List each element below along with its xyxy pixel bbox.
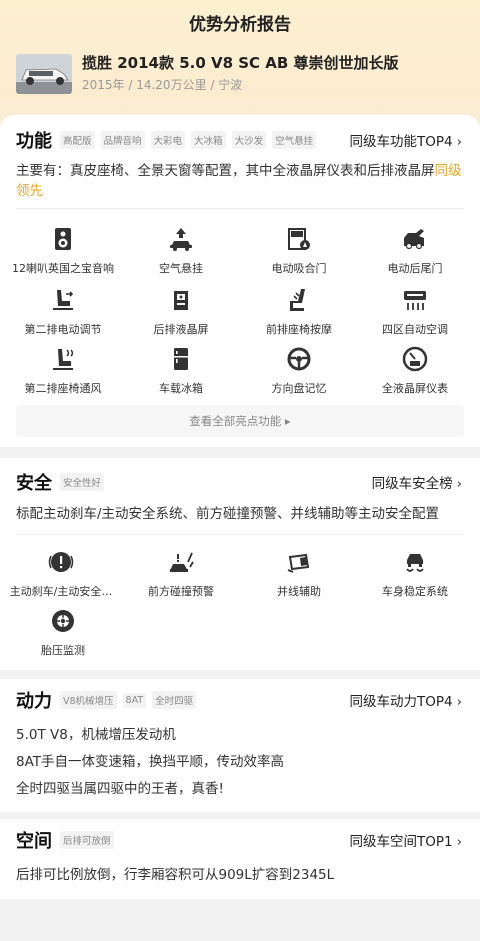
safety-rank-link[interactable]: 同级车安全榜 › <box>372 472 462 492</box>
feature-label: 并线辅助 <box>277 585 321 598</box>
active-brake-icon <box>48 552 74 572</box>
fridge-icon <box>174 348 188 370</box>
safety-feature-item[interactable]: 胎压监测 <box>8 608 118 658</box>
feature-item[interactable]: 全液晶屏仪表 <box>360 346 470 396</box>
feature-label: 全液晶屏仪表 <box>382 382 448 395</box>
feature-item[interactable]: 车载冰箱 <box>126 346 236 396</box>
soft-close-door-icon <box>288 228 310 250</box>
chevron-right-icon: › <box>456 476 462 492</box>
feature-label: 第二排电动调节 <box>24 323 102 336</box>
power-line: 8AT手自一体变速箱，换挡平顺，传动效率高 <box>16 754 285 770</box>
power-tailgate-icon <box>404 229 424 250</box>
power-tag: V8机械增压 <box>60 691 117 709</box>
chevron-right-icon: › <box>456 134 462 150</box>
air-suspension-icon <box>170 228 192 251</box>
safety-feature-item[interactable]: 前方碰撞预警 <box>126 549 236 599</box>
seat-massage-icon <box>290 289 305 311</box>
function-description: 主要有：真皮座椅、全景天窗等配置，其中全液晶屏仪表和后排液晶屏同级领先 <box>16 161 466 201</box>
space-title: 空间 <box>16 831 52 852</box>
safety-tag: 安全性好 <box>60 473 105 491</box>
feature-label: 四区自动空调 <box>382 323 448 336</box>
function-desc-text: 主要有：真皮座椅、全景天窗等配置，其中全液晶屏仪表和后排液晶屏 <box>16 163 435 179</box>
safety-description: 标配主动刹车/主动安全系统、前方碰撞预警、并线辅助等主动安全配置 <box>16 506 440 522</box>
feature-label: 电动后尾门 <box>387 262 443 275</box>
chevron-right-icon: › <box>456 834 462 850</box>
feature-item[interactable]: 方向盘记忆 <box>244 346 354 396</box>
chevron-right-icon: › <box>456 694 462 710</box>
power-tag: 8AT <box>122 692 147 708</box>
function-header: 功能 高配版 品牌音响 大彩电 大冰箱 大沙发 空气悬挂 <box>16 127 322 153</box>
power-rank-link[interactable]: 同级车动力TOP4 › <box>349 690 462 710</box>
car-thumbnail[interactable] <box>16 54 72 94</box>
blind-spot-icon <box>287 553 310 573</box>
divider <box>16 534 464 535</box>
feature-label: 12喇叭英国之宝音响 <box>12 262 114 275</box>
safety-rank-label: 同级车安全榜 <box>371 476 453 492</box>
feature-label: 主动刹车/主动安全… <box>9 585 113 598</box>
page-title: 优势分析报告 <box>189 15 291 35</box>
car-image-icon <box>16 54 72 94</box>
function-tag: 高配版 <box>60 131 95 149</box>
rear-screen-icon <box>174 291 188 310</box>
safety-feature-item[interactable]: 并线辅助 <box>244 549 354 599</box>
function-title: 功能 <box>16 131 52 152</box>
speaker-icon <box>55 228 71 250</box>
feature-label: 车载冰箱 <box>159 382 203 395</box>
feature-label: 电动吸合门 <box>271 262 327 275</box>
function-tag: 大彩电 <box>150 131 186 149</box>
feature-label: 空气悬挂 <box>159 262 203 275</box>
function-rank-label: 同级车功能TOP4 <box>349 134 453 150</box>
space-description: 后排可比例放倒，行李厢容积可从909L扩容到2345L <box>16 867 335 883</box>
feature-label: 方向盘记忆 <box>271 382 327 395</box>
feature-item[interactable]: 四区自动空调 <box>360 287 470 337</box>
tire-pressure-icon <box>52 610 74 632</box>
power-rank-label: 同级车动力TOP4 <box>349 694 453 710</box>
power-line: 全时四驱当属四驱中的王者，真香! <box>16 781 224 797</box>
feature-label: 前方碰撞预警 <box>148 585 214 598</box>
safety-feature-item[interactable]: 车身稳定系统 <box>360 549 470 599</box>
function-tag: 品牌音响 <box>100 131 145 149</box>
feature-item[interactable]: 第二排电动调节 <box>8 287 118 337</box>
feature-label: 胎压监测 <box>41 644 85 657</box>
power-tag: 全时四驱 <box>152 691 197 709</box>
feature-label: 后排液晶屏 <box>153 323 209 336</box>
car-meta: 2015年 / 14.20万公里 / 宁波 <box>82 78 243 92</box>
power-title: 动力 <box>16 691 52 712</box>
function-rank-link[interactable]: 同级车功能TOP4 › <box>349 130 462 150</box>
power-header: 动力 V8机械增压 8AT 全时四驱 <box>16 687 202 713</box>
collision-warning-icon <box>170 552 194 572</box>
second-row-seat-adjust-icon <box>53 290 74 310</box>
stability-control-icon <box>406 554 424 572</box>
car-name: 揽胜 2014款 5.0 V8 SC AB 尊崇创世加长版 <box>82 54 399 72</box>
safety-header: 安全 安全性好 <box>16 469 110 495</box>
steering-wheel-memory-icon <box>287 347 311 371</box>
safety-title: 安全 <box>16 473 52 494</box>
feature-item[interactable]: 空气悬挂 <box>126 226 236 276</box>
space-tag: 后排可放倒 <box>60 831 114 849</box>
feature-label: 前排座椅按摩 <box>266 323 332 336</box>
feature-label: 车身稳定系统 <box>382 585 448 598</box>
feature-label: 第二排座椅通风 <box>24 382 102 395</box>
space-rank-link[interactable]: 同级车空间TOP1 › <box>349 830 462 850</box>
function-tag: 大冰箱 <box>191 131 226 149</box>
feature-item[interactable]: 后排液晶屏 <box>126 287 236 337</box>
view-all-features-button[interactable]: 查看全部亮点功能 ▸ <box>16 405 464 437</box>
divider <box>16 208 464 209</box>
function-tag: 空气悬挂 <box>272 131 317 149</box>
function-tag: 大沙发 <box>231 131 267 149</box>
climate-control-icon <box>404 291 426 310</box>
safety-feature-item[interactable]: 主动刹车/主动安全… <box>6 549 116 599</box>
feature-item[interactable]: 第二排座椅通风 <box>8 346 118 396</box>
space-rank-label: 同级车空间TOP1 <box>349 834 453 850</box>
feature-item[interactable]: 12喇叭英国之宝音响 <box>8 226 118 276</box>
feature-item[interactable]: 电动后尾门 <box>360 226 470 276</box>
power-line: 5.0T V8，机械增压发动机 <box>16 727 176 743</box>
space-header: 空间 后排可放倒 <box>16 827 120 853</box>
feature-item[interactable]: 电动吸合门 <box>244 226 354 276</box>
lcd-cluster-icon <box>402 346 428 372</box>
feature-item[interactable]: 前排座椅按摩 <box>244 287 354 337</box>
seat-ventilation-icon <box>53 349 74 370</box>
